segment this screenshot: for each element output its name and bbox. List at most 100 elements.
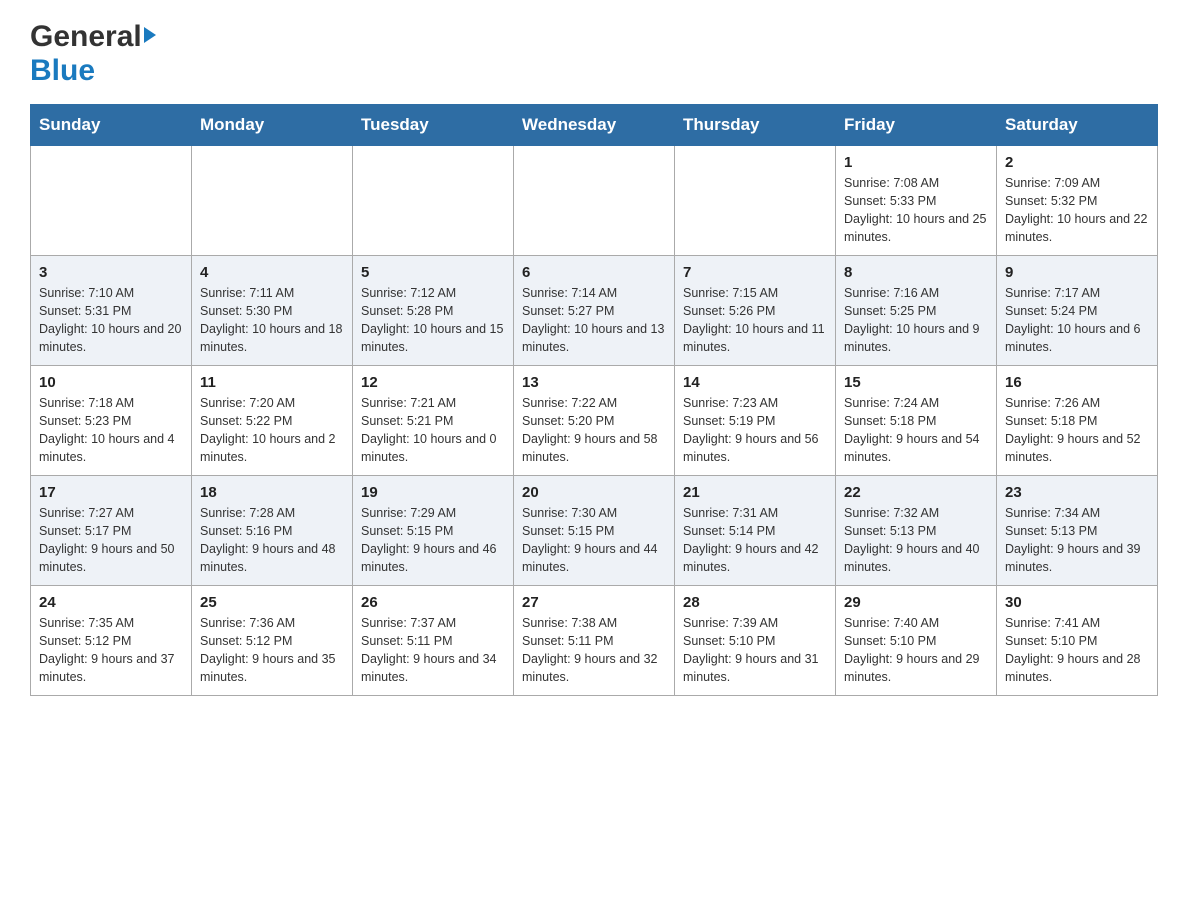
day-info: Sunrise: 7:31 AMSunset: 5:14 PMDaylight:… (683, 504, 827, 577)
weekday-header-saturday: Saturday (997, 105, 1158, 146)
day-info: Sunrise: 7:41 AMSunset: 5:10 PMDaylight:… (1005, 614, 1149, 687)
day-cell: 12 Sunrise: 7:21 AMSunset: 5:21 PMDayligh… (353, 366, 514, 476)
day-cell: 15 Sunrise: 7:24 AMSunset: 5:18 PMDayligh… (836, 366, 997, 476)
day-number: 7 (683, 264, 827, 281)
day-cell: 29 Sunrise: 7:40 AMSunset: 5:10 PMDayligh… (836, 586, 997, 696)
day-info: Sunrise: 7:18 AMSunset: 5:23 PMDaylight:… (39, 394, 183, 467)
day-number: 20 (522, 484, 666, 501)
day-cell: 30 Sunrise: 7:41 AMSunset: 5:10 PMDayligh… (997, 586, 1158, 696)
day-cell: 28Sunrise: 7:39 AMSunset: 5:10 PMDayligh… (675, 586, 836, 696)
day-info: Sunrise: 7:40 AMSunset: 5:10 PMDaylight:… (844, 614, 988, 687)
day-cell: 19 Sunrise: 7:29 AMSunset: 5:15 PMDayligh… (353, 476, 514, 586)
day-cell: 5 Sunrise: 7:12 AMSunset: 5:28 PMDaylight… (353, 256, 514, 366)
day-cell: 3 Sunrise: 7:10 AMSunset: 5:31 PMDaylight… (31, 256, 192, 366)
weekday-header-row: SundayMondayTuesdayWednesdayThursdayFrid… (31, 105, 1158, 146)
day-number: 30 (1005, 594, 1149, 611)
day-cell (192, 146, 353, 256)
day-cell: 1 Sunrise: 7:08 AMSunset: 5:33 PMDaylight… (836, 146, 997, 256)
day-number: 17 (39, 484, 183, 501)
day-number: 11 (200, 374, 344, 391)
day-info: Sunrise: 7:14 AMSunset: 5:27 PMDaylight:… (522, 284, 666, 357)
logo-arrow-icon (144, 27, 156, 43)
day-info: Sunrise: 7:29 AMSunset: 5:15 PMDaylight:… (361, 504, 505, 577)
header: General Blue (30, 20, 1158, 88)
day-info: Sunrise: 7:11 AMSunset: 5:30 PMDaylight:… (200, 284, 344, 357)
day-number: 9 (1005, 264, 1149, 281)
day-number: 23 (1005, 484, 1149, 501)
day-number: 28 (683, 594, 827, 611)
day-info: Sunrise: 7:26 AMSunset: 5:18 PMDaylight:… (1005, 394, 1149, 467)
day-cell: 25 Sunrise: 7:36 AMSunset: 5:12 PMDayligh… (192, 586, 353, 696)
day-cell: 7Sunrise: 7:15 AMSunset: 5:26 PMDaylight… (675, 256, 836, 366)
logo-general-text: General (30, 20, 142, 54)
day-cell: 22 Sunrise: 7:32 AMSunset: 5:13 PMDayligh… (836, 476, 997, 586)
day-cell: 11 Sunrise: 7:20 AMSunset: 5:22 PMDayligh… (192, 366, 353, 476)
day-info: Sunrise: 7:12 AMSunset: 5:28 PMDaylight:… (361, 284, 505, 357)
day-cell (353, 146, 514, 256)
day-cell: 8 Sunrise: 7:16 AMSunset: 5:25 PMDaylight… (836, 256, 997, 366)
day-number: 25 (200, 594, 344, 611)
day-cell: 14 Sunrise: 7:23 AMSunset: 5:19 PMDayligh… (675, 366, 836, 476)
weekday-header-tuesday: Tuesday (353, 105, 514, 146)
week-row-2: 3 Sunrise: 7:10 AMSunset: 5:31 PMDaylight… (31, 256, 1158, 366)
day-info: Sunrise: 7:10 AMSunset: 5:31 PMDaylight:… (39, 284, 183, 357)
day-number: 18 (200, 484, 344, 501)
day-info: Sunrise: 7:38 AMSunset: 5:11 PMDaylight:… (522, 614, 666, 687)
day-number: 8 (844, 264, 988, 281)
day-cell: 4Sunrise: 7:11 AMSunset: 5:30 PMDaylight… (192, 256, 353, 366)
day-cell: 21 Sunrise: 7:31 AMSunset: 5:14 PMDayligh… (675, 476, 836, 586)
day-number: 29 (844, 594, 988, 611)
day-info: Sunrise: 7:36 AMSunset: 5:12 PMDaylight:… (200, 614, 344, 687)
day-number: 12 (361, 374, 505, 391)
day-number: 21 (683, 484, 827, 501)
day-info: Sunrise: 7:32 AMSunset: 5:13 PMDaylight:… (844, 504, 988, 577)
day-info: Sunrise: 7:23 AMSunset: 5:19 PMDaylight:… (683, 394, 827, 467)
week-row-1: 1 Sunrise: 7:08 AMSunset: 5:33 PMDaylight… (31, 146, 1158, 256)
day-info: Sunrise: 7:35 AMSunset: 5:12 PMDaylight:… (39, 614, 183, 687)
day-number: 1 (844, 154, 988, 171)
day-number: 24 (39, 594, 183, 611)
day-info: Sunrise: 7:20 AMSunset: 5:22 PMDaylight:… (200, 394, 344, 467)
week-row-5: 24 Sunrise: 7:35 AMSunset: 5:12 PMDayligh… (31, 586, 1158, 696)
day-cell: 2 Sunrise: 7:09 AMSunset: 5:32 PMDaylight… (997, 146, 1158, 256)
day-info: Sunrise: 7:28 AMSunset: 5:16 PMDaylight:… (200, 504, 344, 577)
day-cell: 13Sunrise: 7:22 AMSunset: 5:20 PMDayligh… (514, 366, 675, 476)
day-number: 14 (683, 374, 827, 391)
day-number: 10 (39, 374, 183, 391)
day-cell (31, 146, 192, 256)
calendar-table: SundayMondayTuesdayWednesdayThursdayFrid… (30, 104, 1158, 696)
weekday-header-sunday: Sunday (31, 105, 192, 146)
day-cell: 27Sunrise: 7:38 AMSunset: 5:11 PMDayligh… (514, 586, 675, 696)
day-number: 6 (522, 264, 666, 281)
day-number: 22 (844, 484, 988, 501)
day-info: Sunrise: 7:21 AMSunset: 5:21 PMDaylight:… (361, 394, 505, 467)
day-cell: 10 Sunrise: 7:18 AMSunset: 5:23 PMDayligh… (31, 366, 192, 476)
day-info: Sunrise: 7:08 AMSunset: 5:33 PMDaylight:… (844, 174, 988, 247)
day-cell: 17Sunrise: 7:27 AMSunset: 5:17 PMDayligh… (31, 476, 192, 586)
day-number: 5 (361, 264, 505, 281)
day-number: 16 (1005, 374, 1149, 391)
week-row-3: 10 Sunrise: 7:18 AMSunset: 5:23 PMDayligh… (31, 366, 1158, 476)
day-cell: 18 Sunrise: 7:28 AMSunset: 5:16 PMDayligh… (192, 476, 353, 586)
day-info: Sunrise: 7:09 AMSunset: 5:32 PMDaylight:… (1005, 174, 1149, 247)
day-info: Sunrise: 7:24 AMSunset: 5:18 PMDaylight:… (844, 394, 988, 467)
day-number: 2 (1005, 154, 1149, 171)
day-number: 3 (39, 264, 183, 281)
day-cell: 9Sunrise: 7:17 AMSunset: 5:24 PMDaylight… (997, 256, 1158, 366)
logo: General Blue (30, 20, 156, 88)
day-info: Sunrise: 7:34 AMSunset: 5:13 PMDaylight:… (1005, 504, 1149, 577)
day-cell: 6 Sunrise: 7:14 AMSunset: 5:27 PMDaylight… (514, 256, 675, 366)
day-info: Sunrise: 7:16 AMSunset: 5:25 PMDaylight:… (844, 284, 988, 357)
day-cell: 24 Sunrise: 7:35 AMSunset: 5:12 PMDayligh… (31, 586, 192, 696)
day-cell: 16 Sunrise: 7:26 AMSunset: 5:18 PMDayligh… (997, 366, 1158, 476)
day-info: Sunrise: 7:37 AMSunset: 5:11 PMDaylight:… (361, 614, 505, 687)
day-cell (675, 146, 836, 256)
logo-blue-text: Blue (30, 54, 95, 87)
day-number: 26 (361, 594, 505, 611)
weekday-header-thursday: Thursday (675, 105, 836, 146)
weekday-header-monday: Monday (192, 105, 353, 146)
weekday-header-friday: Friday (836, 105, 997, 146)
day-cell (514, 146, 675, 256)
day-number: 19 (361, 484, 505, 501)
day-number: 15 (844, 374, 988, 391)
